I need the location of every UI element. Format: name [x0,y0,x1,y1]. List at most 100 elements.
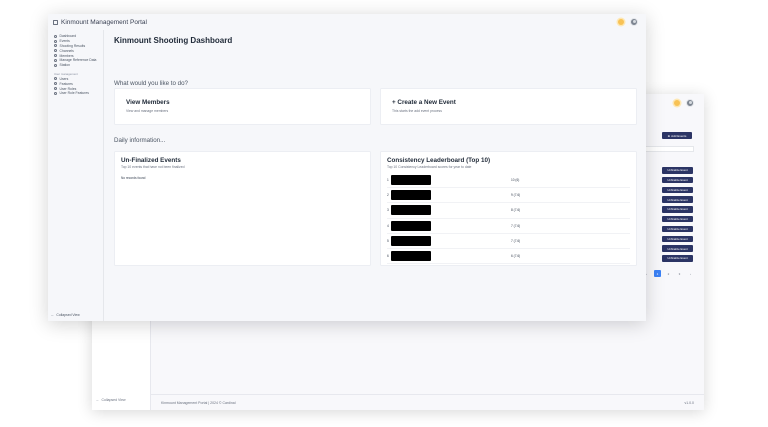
leaderboard-rank: 3 [387,208,389,213]
sidebar-item-label: User Roles [59,86,77,91]
sidebar-item-label: Users [59,76,69,81]
sidebar-item-user-role-features[interactable]: User Role Features [54,91,103,96]
topbar: Kinmount Management Portal [48,14,646,30]
redacted-member-name [391,175,431,186]
arrow-left-icon: ← [96,398,100,402]
sidebar-item-label: Dashboard [59,34,77,39]
users-icon [54,54,57,58]
sidebar-group-items: Users Features User Roles User Role Feature… [54,77,103,96]
card-subtitle: Top 10 events that have not been finaliz… [121,165,185,169]
leaderboard-row: 5 7 (7.6) [387,234,630,249]
pagination-next[interactable]: › [687,270,694,277]
target-icon [54,44,57,48]
leaderboard-rank: 2 [387,193,389,198]
redacted-member-name [391,251,431,262]
sidebar-item-label: Channels [59,48,74,53]
sidebar-item-station[interactable]: Station [54,63,103,68]
leaderboard-rank: 1 [387,178,389,183]
avatar[interactable] [686,99,694,107]
card-subtitle: This starts the add event process [392,109,442,113]
leaderboard-row: 4 7 (7.6) [387,219,630,234]
unfinalize-event-button[interactable]: Unfinalize Event [662,196,693,203]
question-label: What would you like to do? [114,80,188,87]
unfinalize-event-button[interactable]: Unfinalize Event [662,255,693,262]
app-logo-icon [53,19,58,25]
unfinalize-event-button[interactable]: Unfinalize Event [662,235,693,243]
leaderboard-row: 2 9 (7.6) [387,188,630,204]
redacted-member-name [391,190,431,201]
calendar-icon [54,39,57,43]
view-members-card[interactable]: View Members View and manage members [114,88,371,125]
theme-toggle-icon[interactable] [618,19,624,25]
card-subtitle: View and manage members [126,109,169,113]
pagination: ‹ 1 2 3 › [643,270,694,277]
add-events-button[interactable]: ⊕ Add Events [662,132,692,139]
role-icon [54,87,57,91]
sidebar-item-label: Features [59,81,73,86]
station-icon [54,63,57,67]
pagination-page[interactable]: 1 [654,270,661,277]
pagination-page[interactable]: 2 [665,270,672,277]
unfinalized-events-card: Un-Finalized Events Top 10 events that h… [114,151,371,266]
collapse-label: Collapsed View [101,398,126,402]
card-title: Un-Finalized Events [121,157,181,164]
collapse-view-toggle[interactable]: ← Collapsed View [51,313,80,317]
create-event-card[interactable]: + Create a New Event This starts the add… [380,88,637,125]
leaderboard-score: 10 (6) [511,178,520,183]
unfinalize-event-button[interactable]: Unfinalize Event [662,225,693,233]
empty-state: No records found [121,176,146,180]
dashboard-window: Kinmount Management Portal Dashboard Even… [48,14,646,321]
background-collapse-toggle[interactable]: ← Collapsed View [96,398,126,402]
sidebar-item-label: Station [59,63,71,68]
channel-icon [54,49,57,53]
redacted-member-name [391,220,431,231]
daily-info-label: Daily information... [114,137,166,144]
leaderboard-rank: 5 [387,238,389,243]
sidebar-item-label: Events [59,39,70,44]
leaderboard-score: 6 (7.6) [511,254,521,259]
leaderboard-rank: 4 [387,223,389,228]
sidebar-item-label: Manage Reference Data [59,58,97,63]
leaderboard-row: 6 6 (7.6) [387,249,630,265]
background-header-controls [674,99,694,107]
card-title: View Members [126,99,170,106]
feature-icon [54,82,57,86]
leaderboard-card: Consistency Leaderboard (Top 10) Top 10 … [380,151,637,266]
sidebar-item-manage-reference-data[interactable]: Manage Reference Data [54,58,103,63]
sidebar: Dashboard Events Shooting Results Channels M… [48,30,104,321]
brand[interactable]: Kinmount Management Portal [53,19,147,26]
background-footer: Kinmount Management Portal | 2024 © Card… [151,394,704,410]
sidebar-item-label: Shooting Results [59,43,86,48]
footer-text: Kinmount Management Portal | 2024 © Card… [161,400,236,405]
sun-icon[interactable] [674,100,680,106]
unfinalize-event-button[interactable]: Unfinalize Event [662,206,693,213]
main-content: Kinmount Shooting Dashboard What would y… [105,30,646,321]
pagination-page[interactable]: 3 [676,270,683,277]
sidebar-item-label: User Role Features [59,91,89,96]
dashboard-icon [54,34,57,38]
user-avatar[interactable] [630,18,638,26]
arrow-left-icon: ← [51,313,55,317]
unfinalize-event-button[interactable]: Unfinalize Event [662,215,693,223]
unfinalize-event-button[interactable]: Unfinalize Event [662,186,693,194]
card-title: + Create a New Event [392,99,456,106]
app-title: Kinmount Management Portal [61,18,147,26]
leaderboard-score: 7 (7.6) [511,238,521,243]
sidebar-main-items: Dashboard Events Shooting Results Channels M… [54,34,103,68]
leaderboard-score: 7 (7.6) [511,223,521,228]
unfinalize-event-button[interactable]: Unfinalize Event [662,245,693,252]
collapse-label: Collapsed View [56,313,80,317]
user-icon [54,77,57,81]
page-title: Kinmount Shooting Dashboard [114,36,233,45]
redacted-member-name [391,205,431,216]
footer-version: v1.0.0 [684,400,694,405]
role-feature-icon [54,91,57,95]
card-subtitle: Top 10 Consistency Leaderboard scores fo… [387,165,472,169]
plus-icon: ⊕ [667,133,671,138]
card-title: Consistency Leaderboard (Top 10) [387,157,491,164]
leaderboard-row: 1 10 (6) [387,173,630,189]
unfinalize-button-list: Unfinalize Event Unfinalize Event Unfinali… [662,167,693,262]
unfinalize-event-button[interactable]: Unfinalize Event [662,176,693,184]
unfinalize-event-button[interactable]: Unfinalize Event [662,167,693,174]
leaderboard-score: 9 (7.6) [511,193,521,198]
